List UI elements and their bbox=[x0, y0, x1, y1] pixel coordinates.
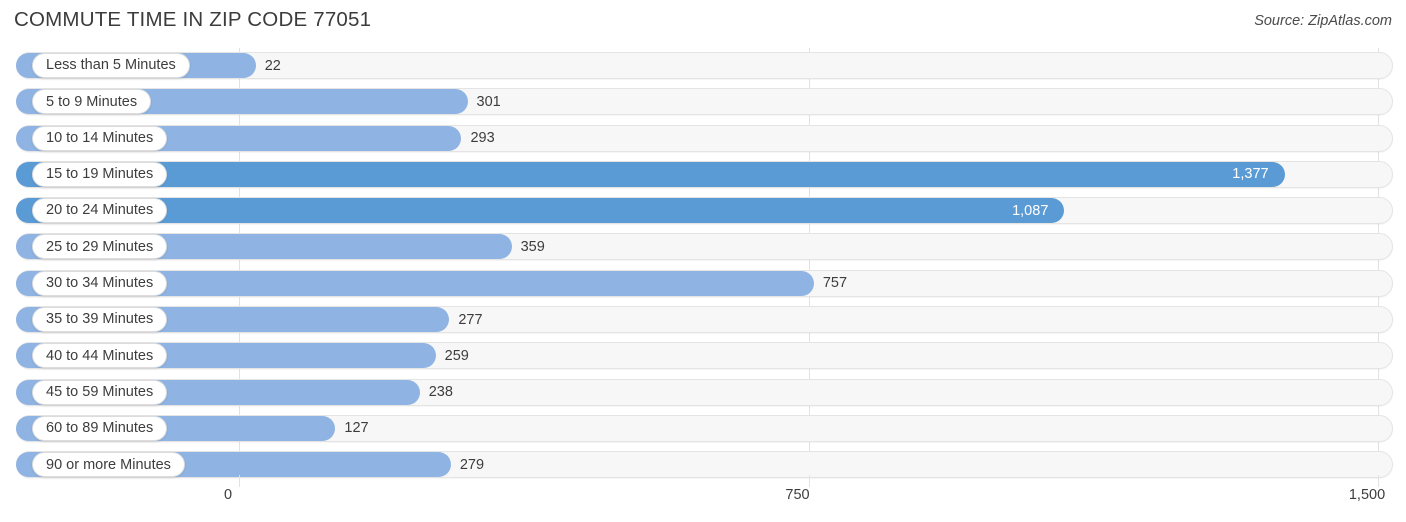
source-attribution: Source: ZipAtlas.com bbox=[1254, 13, 1392, 29]
category-label: 90 or more Minutes bbox=[46, 456, 171, 473]
category-label: 15 to 19 Minutes bbox=[46, 166, 154, 183]
bar-row[interactable]: 10 to 14 Minutes 293 bbox=[0, 121, 1406, 157]
bar-row[interactable]: 40 to 44 Minutes 259 bbox=[0, 338, 1406, 374]
axis-tick-label: 750 bbox=[785, 487, 810, 503]
category-label-pill: 10 to 14 Minutes bbox=[32, 125, 168, 151]
bar-value-label: 1,377 bbox=[1232, 166, 1269, 183]
category-label-pill: 60 to 89 Minutes bbox=[32, 415, 168, 441]
category-label: 25 to 29 Minutes bbox=[46, 238, 154, 255]
bar-row[interactable]: 90 or more Minutes 279 bbox=[0, 447, 1406, 483]
axis-tick-label: 1,500 bbox=[1348, 487, 1386, 503]
category-label: 60 to 89 Minutes bbox=[46, 420, 154, 437]
category-label-pill: Less than 5 Minutes bbox=[32, 53, 190, 78]
category-label-pill: 90 or more Minutes bbox=[32, 452, 185, 478]
bar-row[interactable]: 25 to 29 Minutes 359 bbox=[0, 229, 1406, 265]
bar-value-label: 277 bbox=[458, 311, 483, 328]
category-label-pill: 35 to 39 Minutes bbox=[32, 307, 168, 333]
bar-value-label: 757 bbox=[822, 275, 848, 292]
category-label-pill: 45 to 59 Minutes bbox=[32, 379, 168, 405]
category-label: Less than 5 Minutes bbox=[46, 57, 176, 74]
axis-tick-mark bbox=[1378, 475, 1379, 487]
category-label: 45 to 59 Minutes bbox=[46, 383, 154, 400]
bar-rows: Less than 5 Minutes 22 5 to 9 Minutes 301 10… bbox=[0, 48, 1406, 484]
bar-row[interactable]: 60 to 89 Minutes 127 bbox=[0, 411, 1406, 447]
axis-tick-mark bbox=[239, 475, 240, 487]
category-label-pill: 20 to 24 Minutes bbox=[32, 198, 168, 224]
bar-row[interactable]: 15 to 19 Minutes 1,377 bbox=[0, 157, 1406, 193]
bar-fill[interactable] bbox=[16, 198, 1065, 224]
category-label: 20 to 24 Minutes bbox=[46, 202, 154, 219]
bar-value-label: 259 bbox=[444, 347, 469, 364]
bar-row[interactable]: 5 to 9 Minutes 301 bbox=[0, 84, 1406, 120]
bar-row[interactable]: 35 to 39 Minutes 277 bbox=[0, 302, 1406, 338]
category-label-pill: 5 to 9 Minutes bbox=[32, 89, 152, 115]
bar-value-label: 301 bbox=[476, 93, 501, 110]
category-label: 30 to 34 Minutes bbox=[46, 275, 154, 292]
category-label: 35 to 39 Minutes bbox=[46, 311, 154, 328]
bar-value-label: 279 bbox=[459, 456, 485, 473]
bar-row[interactable]: 45 to 59 Minutes 238 bbox=[0, 375, 1406, 411]
category-label-pill: 15 to 19 Minutes bbox=[32, 161, 168, 187]
category-label-pill: 25 to 29 Minutes bbox=[32, 234, 168, 260]
category-label: 10 to 14 Minutes bbox=[46, 129, 154, 146]
bar-row[interactable]: 30 to 34 Minutes 757 bbox=[0, 266, 1406, 302]
bar-value-label: 238 bbox=[428, 384, 453, 401]
category-label-pill: 40 to 44 Minutes bbox=[32, 343, 168, 369]
bar-value-label: 127 bbox=[344, 420, 369, 437]
category-label: 40 to 44 Minutes bbox=[46, 347, 154, 364]
commute-time-bar-chart: COMMUTE TIME IN ZIP CODE 77051 Source: Z… bbox=[0, 0, 1406, 522]
bar-row[interactable]: 20 to 24 Minutes 1,087 bbox=[0, 193, 1406, 229]
page-title: COMMUTE TIME IN ZIP CODE 77051 bbox=[14, 8, 372, 31]
bar-value-label: 1,087 bbox=[1012, 202, 1049, 219]
bar-row[interactable]: Less than 5 Minutes 22 bbox=[0, 48, 1406, 84]
plot-area: Less than 5 Minutes 22 5 to 9 Minutes 301 10… bbox=[0, 48, 1406, 485]
category-label: 5 to 9 Minutes bbox=[46, 93, 138, 110]
category-label-pill: 30 to 34 Minutes bbox=[32, 270, 168, 296]
x-axis: 0 750 1,500 bbox=[0, 475, 1406, 522]
bar-value-label: 359 bbox=[520, 238, 545, 255]
axis-tick-mark bbox=[808, 475, 810, 487]
axis-tick-label: 0 bbox=[223, 487, 233, 503]
bar-value-label: 22 bbox=[264, 57, 281, 74]
bar-value-label: 293 bbox=[470, 130, 495, 147]
bar-fill[interactable] bbox=[16, 161, 1285, 187]
